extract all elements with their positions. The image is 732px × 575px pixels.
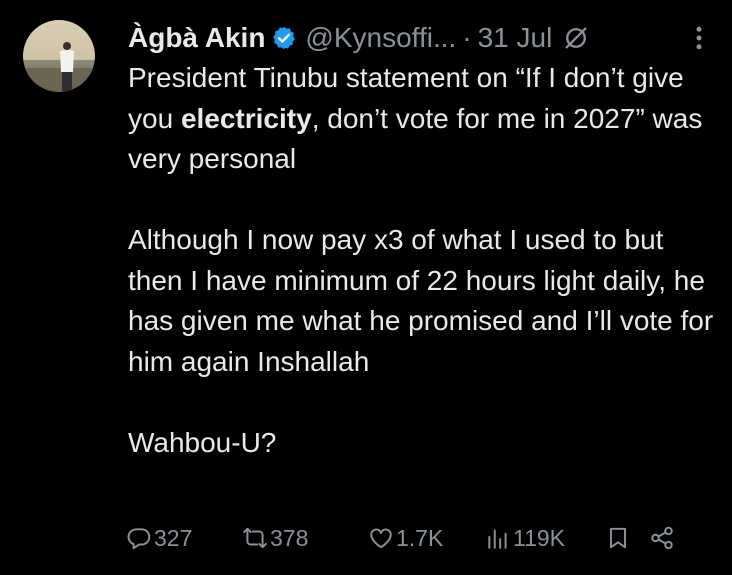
like-count: 1.7K [396, 524, 444, 551]
action-bar: 327 378 1.7K 119K [126, 518, 712, 558]
bookmark-button[interactable] [605, 525, 649, 551]
reply-button[interactable]: 327 [126, 525, 242, 552]
avatar[interactable] [23, 20, 95, 92]
tweet-text: President Tinubu statement on “If I don’… [128, 58, 718, 463]
like-button[interactable]: 1.7K [368, 525, 485, 552]
bookmark-icon [609, 527, 627, 549]
separator-dot: · [462, 22, 472, 53]
verified-badge-icon [273, 26, 296, 50]
more-icon[interactable] [686, 23, 712, 53]
timestamp[interactable]: 31 Jul [478, 18, 553, 58]
tweet-header: Àgbà Akin @Kynsoffi... · 31 Jul [128, 18, 712, 58]
repost-button[interactable]: 378 [242, 525, 368, 552]
author-name[interactable]: Àgbà Akin [128, 18, 265, 58]
tweet-paragraph-3: Wahbou-U? [128, 426, 277, 458]
views-button[interactable]: 119K [485, 525, 605, 552]
grok-icon[interactable] [562, 24, 590, 52]
share-icon [651, 526, 673, 550]
tweet-paragraph-2: Although I now pay x3 of what I used to … [128, 224, 714, 377]
tweet-paragraph-1: President Tinubu statement on “If I don’… [128, 62, 703, 174]
reply-icon [127, 528, 151, 550]
reply-count: 327 [154, 524, 193, 551]
bold-keyword: electricity [180, 102, 312, 134]
share-button[interactable] [649, 525, 679, 551]
repost-icon [243, 527, 267, 549]
repost-count: 378 [270, 524, 309, 551]
like-icon [370, 528, 392, 549]
views-icon [488, 529, 507, 549]
views-count: 119K [513, 524, 566, 551]
author-handle[interactable]: @Kynsoffi... [305, 18, 456, 58]
